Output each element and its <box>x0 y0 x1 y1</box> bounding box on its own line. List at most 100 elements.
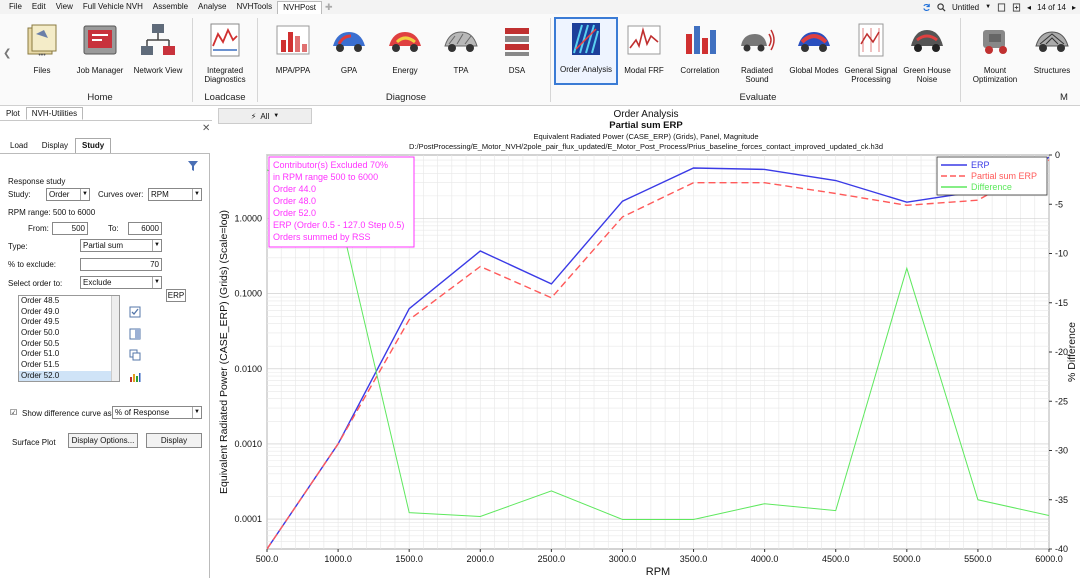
integrated-diagnostics-button[interactable]: Integrated Diagnostics <box>198 20 252 84</box>
x-tick-label: 5500.0 <box>964 554 992 564</box>
to-input[interactable]: 6000 <box>128 222 162 235</box>
y2-tick-label: -30 <box>1055 446 1068 456</box>
chevron-down-icon: ▼ <box>80 189 89 200</box>
ribbon: ❮ ••• Files Job Manager Network View Int… <box>0 14 1080 106</box>
menu-view[interactable]: View <box>51 0 78 14</box>
modal-frf-button[interactable]: Modal FRF <box>620 20 668 75</box>
y2-tick-label: -10 <box>1055 249 1068 259</box>
search-icon[interactable] <box>937 2 946 12</box>
sync-icon[interactable] <box>922 3 931 12</box>
gpa-icon <box>333 32 365 52</box>
list-item[interactable]: Order 51.0 <box>19 349 119 360</box>
y2-tick-label: -15 <box>1055 298 1068 308</box>
type-select[interactable]: Partial sum ▼ <box>80 239 162 252</box>
close-icon[interactable]: ✕ <box>202 123 210 134</box>
session-name[interactable]: Untitled <box>952 3 979 12</box>
app-window: File Edit View Full Vehicle NVH Assemble… <box>0 0 1080 578</box>
menu-nvhpost[interactable]: NVHPost <box>277 0 322 14</box>
surface-plot-label: Surface Plot <box>12 438 56 447</box>
gpa-button[interactable]: GPA <box>326 20 372 75</box>
list-item[interactable]: Order 49.5 <box>19 317 119 328</box>
green-house-noise-button[interactable]: Green House Noise <box>900 20 954 84</box>
menu-edit[interactable]: Edit <box>27 0 51 14</box>
correlation-button[interactable]: Correlation <box>676 20 724 75</box>
integrated-diagnostics-icon <box>210 23 240 57</box>
list-item[interactable]: Order 51.5 <box>19 360 119 371</box>
annotation-text: Order 52.0 <box>273 208 316 218</box>
order-analysis-button[interactable]: Order Analysis <box>554 17 618 85</box>
green-house-noise-label: Green House Noise <box>903 66 951 84</box>
global-modes-button[interactable]: Global Modes <box>788 20 840 75</box>
tab-nvh-utilities[interactable]: NVH-Utilities <box>25 107 84 120</box>
dsa-button[interactable]: DSA <box>494 20 540 75</box>
add-tab-icon[interactable]: ✚ <box>325 2 333 13</box>
menu-full-vehicle-nvh[interactable]: Full Vehicle NVH <box>78 0 148 14</box>
page-icon[interactable] <box>997 2 1006 12</box>
y-axis-label: Equivalent Radiated Power (CASE_ERP) (Gr… <box>218 210 230 494</box>
mount-optimization-button[interactable]: Mount Optimization <box>966 20 1024 84</box>
x-tick-label: 4000.0 <box>751 554 779 564</box>
tab-display[interactable]: Display <box>35 138 75 153</box>
menu-file[interactable]: File <box>4 0 27 14</box>
tab-plot[interactable]: Plot <box>0 107 26 120</box>
y2-tick-label: -40 <box>1055 544 1068 554</box>
structures-label: Structures <box>1033 66 1071 75</box>
x-tick-label: 1000.0 <box>324 554 352 564</box>
page-add-icon[interactable] <box>1012 2 1021 12</box>
general-signal-processing-button[interactable]: General Signal Processing <box>842 20 900 84</box>
job-manager-button[interactable]: Job Manager <box>74 20 126 75</box>
green-house-noise-icon <box>911 30 943 52</box>
order-list-scrollbar[interactable] <box>111 296 119 381</box>
list-item-selected[interactable]: Order 52.0 <box>19 370 119 381</box>
list-item[interactable]: Order 50.0 <box>19 328 119 339</box>
list-item[interactable]: Order 49.0 <box>19 307 119 318</box>
show-difference-checkbox[interactable]: ☑ <box>10 408 17 417</box>
prev-page-icon[interactable]: ◂ <box>1027 3 1031 12</box>
legend-label: Difference <box>971 182 1012 192</box>
energy-label: Energy <box>392 66 418 75</box>
display-options-button[interactable]: Display Options... <box>68 433 138 448</box>
next-page-icon[interactable]: ▸ <box>1072 3 1076 12</box>
chevron-down-icon: ▼ <box>192 407 201 418</box>
exclude-pct-input[interactable]: 70 <box>80 258 162 271</box>
erp-button[interactable]: ERP <box>166 289 186 302</box>
files-button[interactable]: ••• Files <box>20 20 64 75</box>
session-dropdown-icon[interactable]: ▼ <box>985 4 991 10</box>
mpa-ppa-button[interactable]: MPA/PPA <box>270 20 316 75</box>
list-item[interactable]: Order 48.5 <box>19 296 119 307</box>
tab-load[interactable]: Load <box>3 138 35 153</box>
from-input[interactable]: 500 <box>52 222 88 235</box>
filter-icon[interactable] <box>187 160 199 172</box>
curves-over-select[interactable]: RPM ▼ <box>148 188 202 201</box>
x-tick-label: 6000.0 <box>1035 554 1063 564</box>
global-modes-label: Global Modes <box>789 66 839 75</box>
files-dots: ••• <box>38 52 46 59</box>
list-item[interactable]: Order 50.5 <box>19 339 119 350</box>
x-axis-label: RPM <box>646 566 670 578</box>
invert-selection-icon[interactable] <box>129 328 141 340</box>
tab-study[interactable]: Study <box>75 138 112 153</box>
tpa-label: TPA <box>453 66 469 75</box>
bar-chart-icon[interactable] <box>129 371 141 383</box>
ribbon-scroll-left-icon[interactable]: ❮ <box>3 48 11 59</box>
energy-button[interactable]: Energy <box>382 20 428 75</box>
copy-selection-icon[interactable] <box>129 349 141 361</box>
tpa-button[interactable]: TPA <box>438 20 484 75</box>
difference-mode-select[interactable]: % of Response ▼ <box>112 406 202 419</box>
select-order-select[interactable]: Exclude ▼ <box>80 276 162 289</box>
type-label: Type: <box>8 242 28 251</box>
display-button[interactable]: Display <box>146 433 202 448</box>
chart-svg[interactable]: 500.0 1000.0 1500.0 2000.0 2500.0 3000.0 3500.… <box>212 107 1080 578</box>
mount-optimization-icon <box>983 30 1007 54</box>
menu-nvhtools[interactable]: NVHTools <box>232 0 278 14</box>
order-list[interactable]: Order 48.5 Order 49.0 Order 49.5 Order 5… <box>18 295 120 382</box>
menu-analyse[interactable]: Analyse <box>193 0 231 14</box>
radiated-sound-icon <box>741 29 775 52</box>
radiated-sound-button[interactable]: Radiated Sound <box>732 20 782 84</box>
network-view-button[interactable]: Network View <box>130 20 186 75</box>
y-tick-label: 0.0010 <box>234 439 262 449</box>
study-select[interactable]: Order ▼ <box>46 188 90 201</box>
structures-button[interactable]: Structures <box>1028 20 1076 75</box>
select-all-icon[interactable] <box>129 306 141 318</box>
menu-assemble[interactable]: Assemble <box>148 0 193 14</box>
